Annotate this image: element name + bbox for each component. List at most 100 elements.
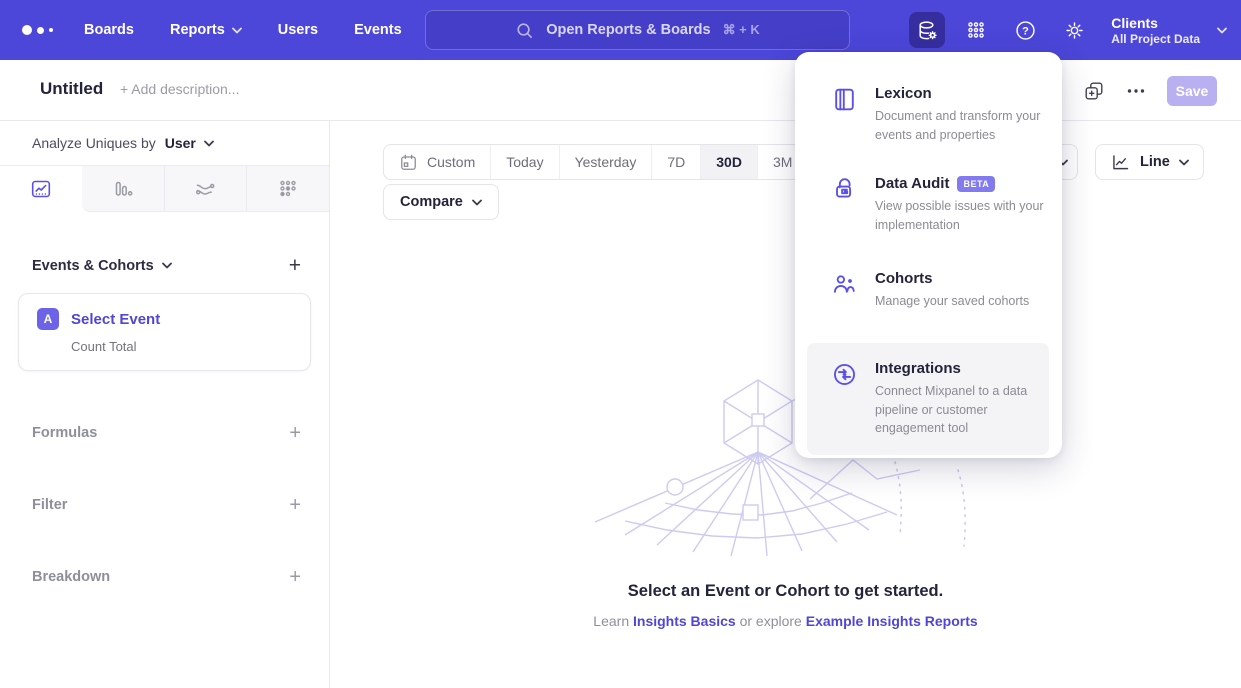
event-letter-badge: A [37,308,59,330]
date-range-control: Custom Today Yesterday 7D 30D 3M 6M [383,144,859,180]
nav-item-label: Users [278,22,318,38]
help-button[interactable]: ? [1007,12,1043,48]
ellipsis-icon [1127,88,1145,94]
date-range-yesterday[interactable]: Yesterday [559,145,652,179]
date-range-custom[interactable]: Custom [384,145,490,179]
svg-text:?: ? [1022,25,1029,37]
chart-area: Custom Today Yesterday 7D 30D 3M 6M Comp… [330,121,1241,688]
line-chart-icon [29,177,53,201]
report-title[interactable]: Untitled [40,79,103,99]
chevron-down-icon[interactable] [1217,27,1227,34]
events-cohorts-header: Events & Cohorts + [32,255,301,276]
data-management-menu: Lexicon Document and transform your even… [795,52,1062,458]
mixpanel-logo-icon[interactable] [22,25,62,35]
chevron-down-icon [162,262,172,269]
menu-item-integrations[interactable]: Integrations Connect Mixpanel to a data … [807,343,1049,455]
insights-report-page: Boards Reports Users Events Open Reports… [0,0,1241,688]
menu-item-description: Document and transform your events and p… [875,107,1053,144]
example-reports-link[interactable]: Example Insights Reports [806,613,978,629]
description-field[interactable]: + Add description... [120,81,239,97]
events-cohorts-toggle[interactable]: Events & Cohorts [32,258,172,274]
subtitle-text: Learn [593,613,633,629]
analyze-value-dropdown[interactable]: User [165,135,196,151]
header-actions: Save [1083,60,1217,121]
menu-item-cohorts[interactable]: Cohorts Manage your saved cohorts [831,270,1048,311]
tab-bar-chart[interactable] [82,166,164,212]
nav-item-users[interactable]: Users [278,22,318,38]
flows-icon [193,177,217,201]
more-options-button[interactable] [1127,88,1145,94]
chart-type-label: Line [1140,154,1170,170]
book-icon [831,85,858,118]
org-name: Clients [1111,14,1200,32]
settings-button[interactable] [1056,12,1092,48]
help-icon: ? [1014,19,1037,42]
breakdown-section: Breakdown + [32,567,301,587]
analyze-label: Analyze Uniques by [32,135,156,151]
bar-chart-icon [111,177,135,201]
date-range-label: Today [506,154,543,170]
search-icon [515,21,534,40]
analyze-row: Analyze Uniques by User [0,121,329,166]
global-search-input[interactable]: Open Reports & Boards ⌘ + K [425,10,850,50]
beta-badge: BETA [957,176,995,192]
gear-icon [1063,19,1086,42]
grid-icon [965,19,987,41]
subtitle-text: or explore [736,613,806,629]
add-formula-button[interactable]: + [289,423,301,443]
menu-item-title: Lexicon [875,85,932,102]
select-event-button[interactable]: Select Event [71,311,160,328]
filter-label: Filter [32,497,67,513]
date-range-label: 30D [716,154,742,170]
menu-item-title: Integrations [875,360,961,377]
date-range-label: 7D [667,154,685,170]
save-button[interactable]: Save [1167,76,1217,106]
chevron-down-icon [232,27,242,34]
date-range-7d[interactable]: 7D [651,145,700,179]
apps-grid-button[interactable] [958,12,994,48]
dots-grid-icon [276,177,300,201]
data-management-button[interactable] [909,12,945,48]
menu-item-description: View possible issues with your implement… [875,197,1053,234]
nav-item-boards[interactable]: Boards [84,22,134,38]
formulas-section: Formulas + [32,423,301,443]
breakdown-label: Breakdown [32,569,110,585]
compare-button[interactable]: Compare [383,184,499,220]
insights-basics-link[interactable]: Insights Basics [633,613,736,629]
nav-item-label: Reports [170,22,225,38]
tab-insights-chart[interactable] [0,166,82,212]
visualization-tabs [0,166,329,212]
database-gear-icon [916,19,939,42]
nav-item-events[interactable]: Events [354,22,402,38]
menu-item-title: Data Audit [875,175,949,192]
nav-right-actions: ? Clients All Project Data [909,0,1227,60]
menu-item-lexicon[interactable]: Lexicon Document and transform your even… [831,85,1048,144]
add-filter-button[interactable]: + [289,495,301,515]
duplicate-button[interactable] [1083,80,1105,102]
event-card[interactable]: A Select Event Count Total [18,293,311,371]
audit-icon [831,175,858,208]
chevron-down-icon[interactable] [204,140,214,147]
line-chart-icon [1110,152,1131,173]
date-range-30d[interactable]: 30D [700,145,757,179]
add-event-button[interactable]: + [289,255,301,276]
chevron-down-icon [472,199,482,206]
date-range-label: 3M [773,154,792,170]
add-breakdown-button[interactable]: + [289,567,301,587]
search-placeholder: Open Reports & Boards [546,22,710,38]
menu-item-data-audit[interactable]: Data Audit BETA View possible issues wit… [831,175,1048,234]
date-range-label: Custom [427,154,475,170]
event-aggregation-selector[interactable]: Count Total [71,339,294,354]
cohorts-icon [831,270,858,303]
date-range-label: Yesterday [575,154,637,170]
chevron-down-icon [1179,159,1189,166]
filter-section: Filter + [32,495,301,515]
empty-state-title: Select an Event or Cohort to get started… [330,582,1241,601]
duplicate-icon [1083,80,1105,102]
date-range-today[interactable]: Today [490,145,558,179]
nav-item-reports[interactable]: Reports [170,22,242,38]
tab-flow-chart[interactable] [164,166,247,212]
chart-type-button[interactable]: Line [1095,144,1204,180]
project-selector[interactable]: Clients All Project Data [1111,14,1200,47]
tab-metrics-grid[interactable] [246,166,329,212]
